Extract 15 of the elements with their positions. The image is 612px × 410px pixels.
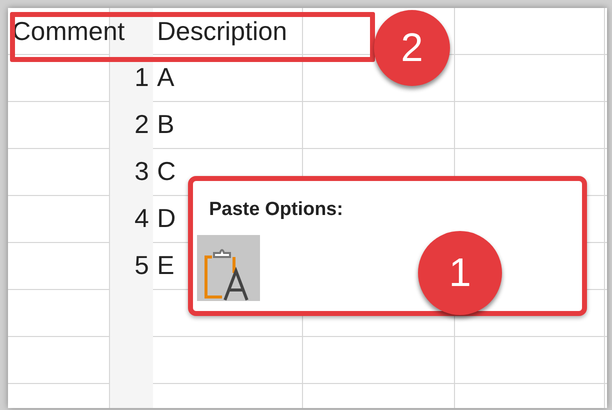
number-cell-text: 1	[134, 61, 150, 94]
number-cell-text: 5	[134, 249, 150, 282]
callout-badge: 2	[374, 10, 450, 86]
text-cell-text: C	[156, 155, 177, 188]
text-cell-text: A	[156, 61, 176, 94]
text-cell-text: B	[156, 108, 176, 141]
number-cell-text: 2	[134, 108, 150, 141]
text-cell-text: E	[156, 249, 176, 282]
text-cell-text: D	[156, 202, 177, 235]
popup-title: Paste Options:	[208, 199, 344, 221]
number-cell-text: 4	[134, 202, 150, 235]
header-cell-text: Description	[156, 14, 288, 48]
header-cell-text: Comment	[11, 14, 126, 48]
paste-option-button[interactable]	[197, 235, 260, 301]
number-cell-text: 3	[134, 155, 150, 188]
